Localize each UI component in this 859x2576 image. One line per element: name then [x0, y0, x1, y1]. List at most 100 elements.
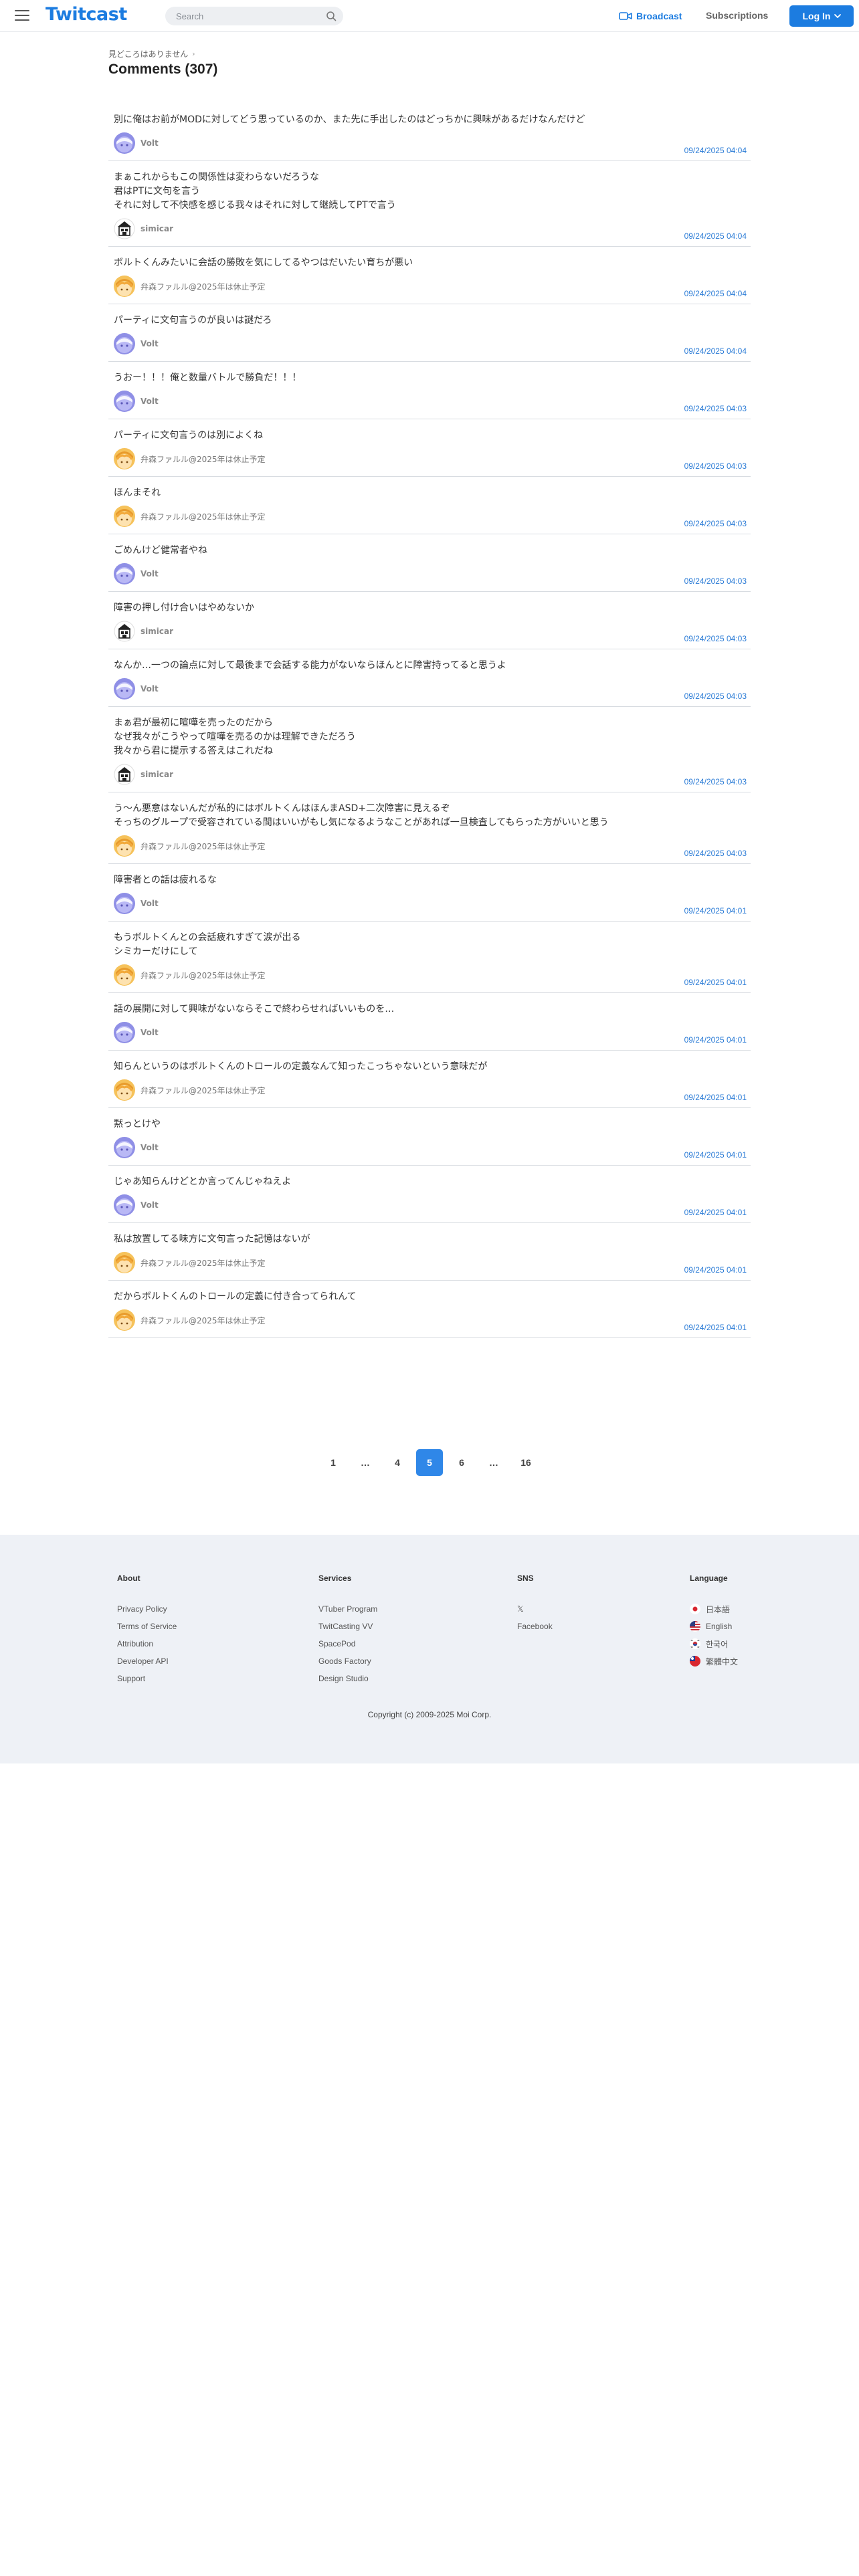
avatar[interactable]: [114, 1194, 135, 1216]
author-name[interactable]: simicar: [140, 224, 173, 233]
comment-author: Volt: [114, 333, 745, 354]
avatar[interactable]: [114, 893, 135, 914]
author-name[interactable]: 弁森ファルル@2025年は休止予定: [140, 281, 266, 292]
comment-item: まぁ君が最初に喧嘩を売ったのだから なぜ我々がこうやって喧嘩を売るのかは理解でき…: [108, 707, 751, 792]
author-name[interactable]: Volt: [140, 339, 159, 348]
avatar[interactable]: [114, 448, 135, 469]
avatar[interactable]: [114, 964, 135, 986]
avatar[interactable]: [114, 333, 135, 354]
comment-timestamp: 09/24/2025 04:04: [684, 346, 747, 356]
footer-link[interactable]: 日本語: [690, 1600, 738, 1618]
author-name[interactable]: Volt: [140, 1143, 159, 1152]
author-name[interactable]: Volt: [140, 1200, 159, 1210]
footer-link[interactable]: SpacePod: [318, 1635, 377, 1652]
avatar[interactable]: [114, 1252, 135, 1273]
comment-text: だからボルトくんのトロールの定義に付き合ってられんて: [114, 1291, 357, 1302]
search-input[interactable]: [176, 9, 310, 23]
footer-link[interactable]: Terms of Service: [117, 1618, 177, 1635]
comment-item: 私は放置してる味方に文句言った記憶はないが 弁森ファルル@2025年は休止予定 09…: [108, 1223, 751, 1281]
comment-text: ほんまそれ: [114, 488, 161, 498]
twitcast-logo[interactable]: Twitcast: [45, 4, 127, 25]
comment-text: パーティに文句言うのが良いは謎だろ: [114, 315, 272, 326]
author-name[interactable]: 弁森ファルル@2025年は休止予定: [140, 970, 266, 981]
avatar[interactable]: [114, 563, 135, 584]
footer-link[interactable]: Attribution: [117, 1635, 177, 1652]
footer-link[interactable]: Facebook: [517, 1618, 553, 1635]
footer-link-label: TwitCasting VV: [318, 1622, 373, 1631]
author-name[interactable]: 弁森ファルル@2025年は休止予定: [140, 841, 266, 852]
comment-author: Volt: [114, 391, 745, 412]
comment-timestamp: 09/24/2025 04:03: [684, 777, 747, 786]
footer-link-label: SpacePod: [318, 1639, 356, 1648]
footer-link[interactable]: 𝕏: [517, 1600, 553, 1618]
author-name[interactable]: simicar: [140, 627, 173, 636]
broadcast-button[interactable]: Broadcast: [619, 9, 682, 23]
breadcrumb-link[interactable]: 見どころはありません: [108, 48, 188, 60]
search-box[interactable]: [165, 7, 343, 25]
author-name[interactable]: 弁森ファルル@2025年は休止予定: [140, 453, 266, 465]
footer-heading: Language: [690, 1574, 728, 1583]
author-name[interactable]: Volt: [140, 397, 159, 406]
search-icon[interactable]: [326, 11, 337, 21]
avatar[interactable]: [114, 1309, 135, 1331]
comment-item: じゃあ知らんけどとか言ってんじゃねえよ Volt 09/24/2025 04:01: [108, 1166, 751, 1223]
comment-author: 弁森ファルル@2025年は休止予定: [114, 1079, 745, 1101]
comment-timestamp: 09/24/2025 04:03: [684, 461, 747, 471]
page-button[interactable]: 5: [416, 1449, 443, 1476]
footer-link[interactable]: Privacy Policy: [117, 1600, 177, 1618]
footer-link[interactable]: 繁體中文: [690, 1652, 738, 1670]
page-button[interactable]: 4: [384, 1449, 411, 1476]
footer-link[interactable]: VTuber Program: [318, 1600, 377, 1618]
avatar[interactable]: [114, 506, 135, 527]
avatar[interactable]: [114, 621, 135, 642]
comment-timestamp: 09/24/2025 04:04: [684, 231, 747, 241]
author-name[interactable]: 弁森ファルル@2025年は休止予定: [140, 1257, 266, 1269]
comment-text: 話の展開に対して興味がないならそこで終わらせればいいものを…: [114, 1004, 395, 1014]
avatar[interactable]: [114, 1079, 135, 1101]
comment-item: ごめんけど健常者やね Volt 09/24/2025 04:03: [108, 534, 751, 592]
footer-link[interactable]: Design Studio: [318, 1670, 377, 1687]
author-name[interactable]: 弁森ファルル@2025年は休止予定: [140, 1315, 266, 1326]
comment-item: うおー！！！俺と数量バトルで勝負だ！！！ Volt 09/24/2025 04:03: [108, 362, 751, 419]
footer-link[interactable]: Goods Factory: [318, 1652, 377, 1670]
korea-flag-icon: [690, 1638, 700, 1649]
avatar[interactable]: [114, 678, 135, 700]
author-name[interactable]: Volt: [140, 569, 159, 578]
page-button[interactable]: 16: [512, 1449, 539, 1476]
comment-item: もうボルトくんとの会話疲れすぎて涙が出る シミカーだけにして弁森ファルル@202…: [108, 922, 751, 993]
footer-heading: About: [117, 1574, 140, 1583]
footer-link[interactable]: 한국어: [690, 1635, 738, 1652]
page-button[interactable]: 6: [448, 1449, 475, 1476]
comment-text: 障害の押し付け合いはやめないか: [114, 603, 254, 613]
author-name[interactable]: 弁森ファルル@2025年は休止予定: [140, 1085, 266, 1096]
author-name[interactable]: Volt: [140, 684, 159, 693]
footer-link[interactable]: Support: [117, 1670, 177, 1687]
footer-link-label: VTuber Program: [318, 1604, 378, 1614]
comment-text: パーティに文句言うのは別によくね: [114, 430, 264, 441]
login-button[interactable]: Log In: [789, 5, 854, 27]
subscriptions-link[interactable]: Subscriptions: [706, 10, 768, 21]
comment-timestamp: 09/24/2025 04:03: [684, 519, 747, 528]
comment-text: もうボルトくんとの会話疲れすぎて涙が出る シミカーだけにして: [114, 932, 301, 957]
avatar[interactable]: [114, 218, 135, 239]
comment-item: まぁこれからもこの関係性は変わらないだろうな 君はPTに文句を言う それに対して…: [108, 161, 751, 247]
avatar[interactable]: [114, 835, 135, 857]
author-name[interactable]: Volt: [140, 1028, 159, 1037]
hamburger-menu-icon[interactable]: [15, 10, 29, 22]
avatar[interactable]: [114, 1137, 135, 1158]
author-name[interactable]: 弁森ファルル@2025年は休止予定: [140, 511, 266, 522]
avatar[interactable]: [114, 276, 135, 297]
avatar[interactable]: [114, 1022, 135, 1043]
page-button[interactable]: 1: [320, 1449, 347, 1476]
footer-link[interactable]: English: [690, 1618, 738, 1635]
avatar[interactable]: [114, 391, 135, 412]
avatar[interactable]: [114, 764, 135, 785]
author-name[interactable]: Volt: [140, 899, 159, 908]
footer-link[interactable]: Developer API: [117, 1652, 177, 1670]
avatar[interactable]: [114, 132, 135, 154]
author-name[interactable]: Volt: [140, 138, 159, 148]
footer-link[interactable]: TwitCasting VV: [318, 1618, 377, 1635]
comment-timestamp: 09/24/2025 04:01: [684, 1093, 747, 1102]
author-name[interactable]: simicar: [140, 770, 173, 779]
comment-timestamp: 09/24/2025 04:01: [684, 1150, 747, 1160]
